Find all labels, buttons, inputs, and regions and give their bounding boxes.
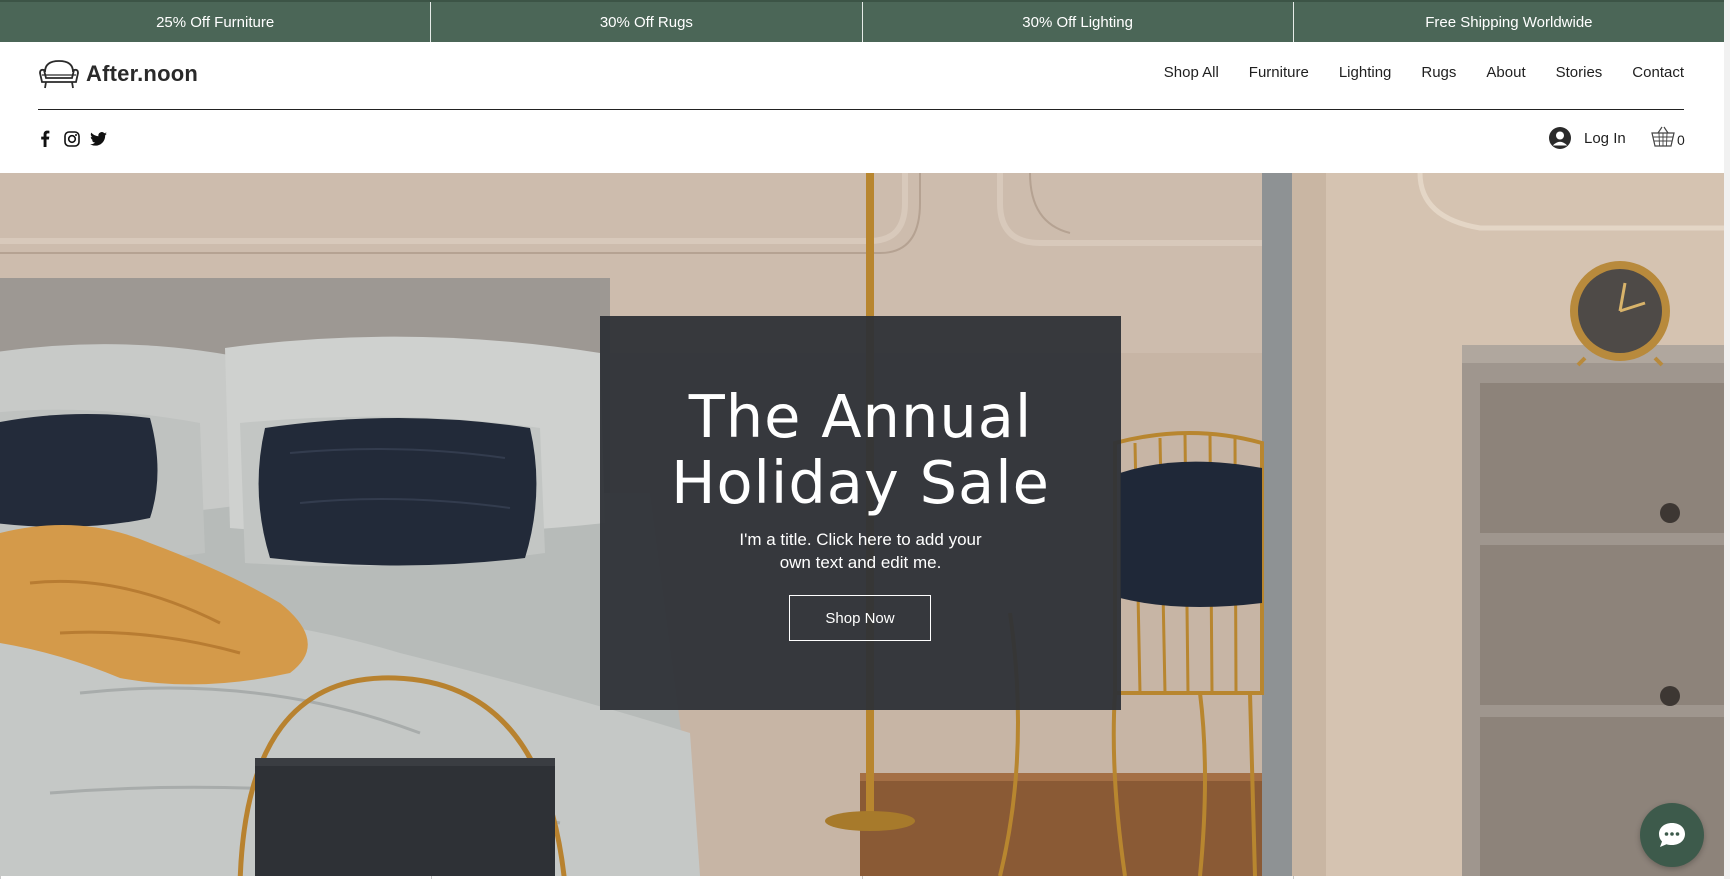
- logo-text: After.noon: [86, 61, 198, 86]
- sale-title: The Annual Holiday Sale: [600, 384, 1121, 516]
- sale-panel: The Annual Holiday Sale I'm a title. Cli…: [600, 316, 1121, 710]
- user-avatar-icon: [1549, 127, 1571, 149]
- site-header: After.noon Shop All Furniture Lighting R…: [0, 42, 1724, 173]
- social-links: [36, 130, 107, 147]
- chat-button[interactable]: [1640, 803, 1704, 867]
- nav-lighting[interactable]: Lighting: [1339, 64, 1392, 81]
- cart-count: 0: [1677, 132, 1685, 148]
- promo-shipping[interactable]: Free Shipping Worldwide: [1294, 2, 1724, 42]
- sale-title-line-1: The Annual: [688, 382, 1033, 451]
- login-label: Log In: [1584, 129, 1626, 147]
- cart-button[interactable]: 0: [1650, 126, 1685, 148]
- nav-rugs[interactable]: Rugs: [1421, 64, 1456, 81]
- shopping-basket-icon: [1651, 126, 1675, 147]
- chat-bubble-icon: [1659, 823, 1685, 847]
- sale-title-line-2: Holiday Sale: [671, 448, 1050, 517]
- hero-section: The Annual Holiday Sale I'm a title. Cli…: [0, 173, 1724, 876]
- promo-furniture[interactable]: 25% Off Furniture: [0, 2, 432, 42]
- main-nav: Shop All Furniture Lighting Rugs About S…: [1164, 64, 1684, 81]
- logo[interactable]: After.noon: [38, 58, 198, 90]
- nav-stories[interactable]: Stories: [1556, 64, 1603, 81]
- nav-about[interactable]: About: [1486, 64, 1525, 81]
- sale-subtitle: I'm a title. Click here to add your own …: [739, 530, 982, 572]
- armchair-logo-icon: [39, 60, 79, 89]
- promo-lighting[interactable]: 30% Off Lighting: [863, 2, 1294, 42]
- nav-furniture[interactable]: Furniture: [1249, 64, 1309, 81]
- header-divider: [38, 109, 1684, 110]
- nav-contact[interactable]: Contact: [1632, 64, 1684, 81]
- facebook-icon[interactable]: [36, 130, 53, 147]
- scrollbar[interactable]: [1724, 0, 1730, 879]
- instagram-icon[interactable]: [63, 130, 80, 147]
- login-button[interactable]: Log In: [1548, 126, 1626, 150]
- shop-now-button[interactable]: Shop Now: [789, 595, 931, 641]
- promo-bar: 25% Off Furniture 30% Off Rugs 30% Off L…: [0, 0, 1724, 42]
- promo-rugs[interactable]: 30% Off Rugs: [431, 2, 863, 42]
- nav-shop-all[interactable]: Shop All: [1164, 64, 1219, 81]
- twitter-icon[interactable]: [90, 130, 107, 147]
